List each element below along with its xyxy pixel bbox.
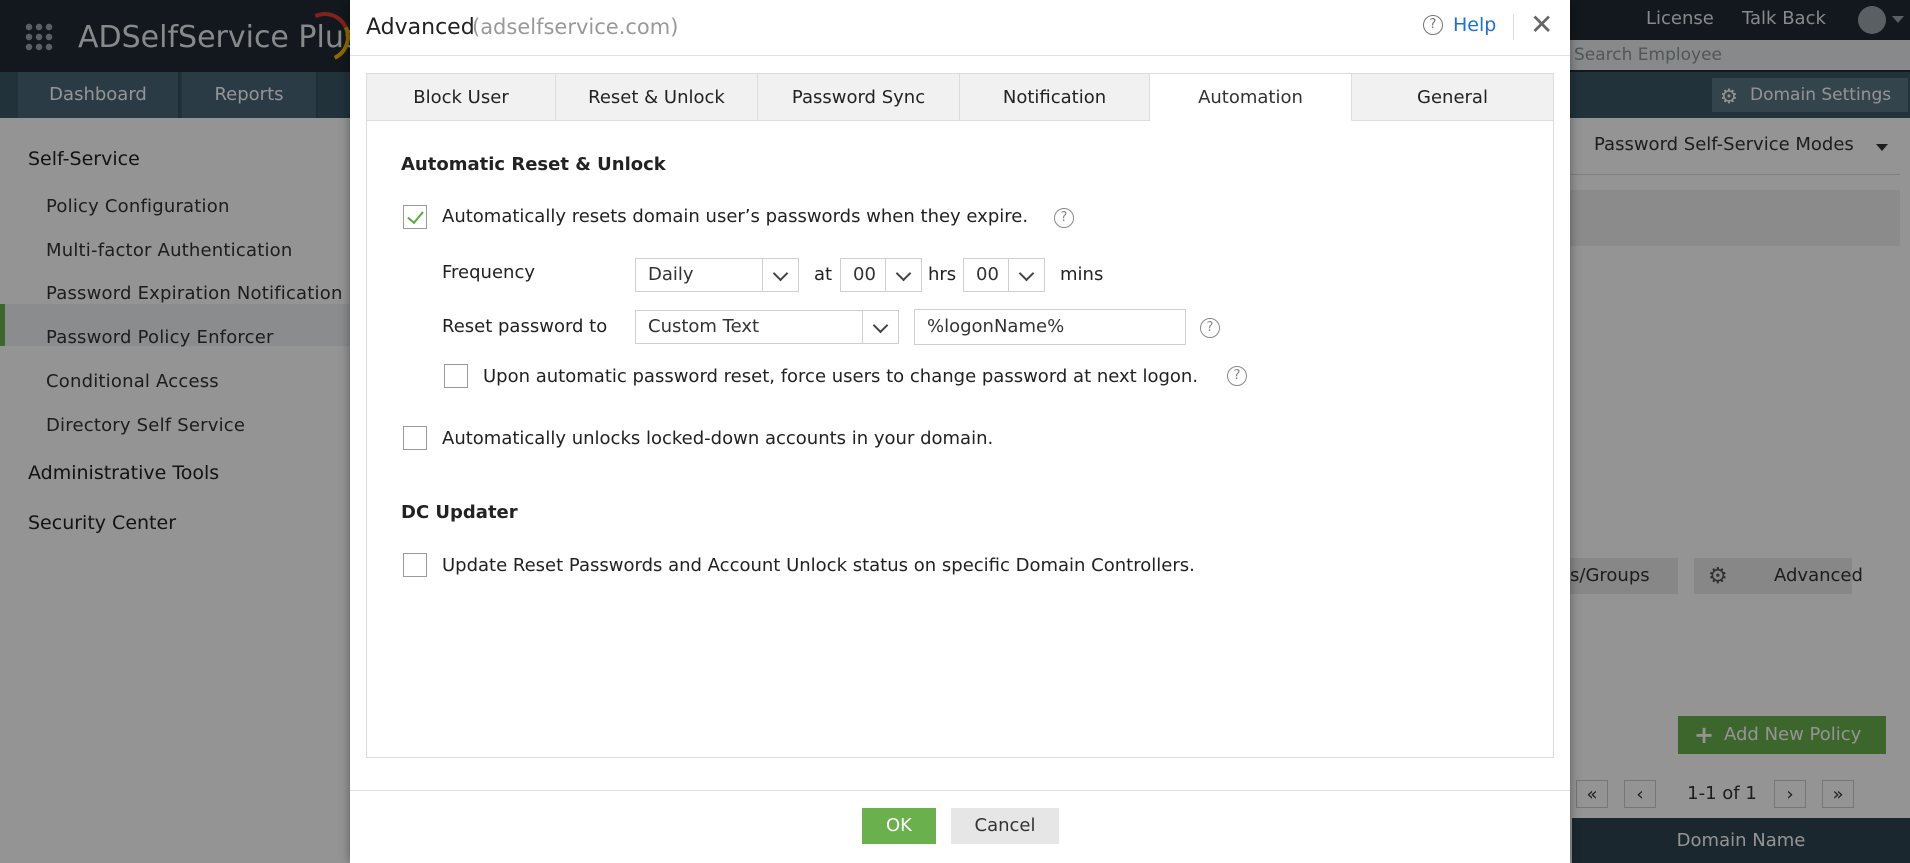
force-change-checkbox[interactable] xyxy=(444,364,468,388)
reset-password-to-select[interactable]: Custom Text xyxy=(635,310,899,344)
dc-update-checkbox[interactable] xyxy=(403,553,427,577)
chevron-down-icon xyxy=(1008,259,1044,291)
auto-reset-label: Automatically resets domain user’s passw… xyxy=(442,206,1029,227)
dc-update-label: Update Reset Passwords and Account Unloc… xyxy=(442,555,1195,576)
tab-notification[interactable]: Notification xyxy=(960,73,1150,121)
section-title-auto-reset-unlock: Automatic Reset & Unlock xyxy=(401,154,666,175)
tab-automation[interactable]: Automation xyxy=(1150,73,1352,121)
tab-password-sync[interactable]: Password Sync xyxy=(758,73,960,121)
chevron-down-icon xyxy=(862,311,898,343)
advanced-dialog: Advanced (adselfservice.com) ? Help ✕ Bl… xyxy=(350,0,1570,863)
at-label: at xyxy=(814,264,833,285)
info-icon[interactable]: ? xyxy=(1227,366,1247,386)
minutes-select[interactable]: 00 xyxy=(963,258,1045,292)
force-change-label: Upon automatic password reset, force use… xyxy=(483,366,1199,387)
ok-button[interactable]: OK xyxy=(862,808,936,844)
hrs-label: hrs xyxy=(928,264,957,285)
minutes-value: 00 xyxy=(976,264,999,285)
close-icon[interactable]: ✕ xyxy=(1530,10,1553,40)
frequency-label: Frequency xyxy=(442,262,535,283)
reset-password-to-value: Custom Text xyxy=(648,316,760,337)
auto-unlock-label: Automatically unlocks locked-down accoun… xyxy=(442,428,994,449)
help-icon[interactable]: ? xyxy=(1423,15,1443,35)
mins-label: mins xyxy=(1060,264,1104,285)
help-link[interactable]: Help xyxy=(1453,14,1496,36)
frequency-select[interactable]: Daily xyxy=(635,258,799,292)
tab-reset-unlock[interactable]: Reset & Unlock xyxy=(556,73,758,121)
tab-block-user[interactable]: Block User xyxy=(366,73,556,121)
info-icon[interactable]: ? xyxy=(1200,318,1220,338)
hours-select[interactable]: 00 xyxy=(840,258,922,292)
auto-unlock-checkbox[interactable] xyxy=(403,426,427,450)
footer-divider xyxy=(350,790,1570,791)
dialog-header: Advanced (adselfservice.com) ? Help ✕ xyxy=(350,0,1570,56)
auto-reset-checkbox[interactable] xyxy=(403,205,427,229)
chevron-down-icon xyxy=(762,259,798,291)
dialog-title: Advanced xyxy=(366,15,475,40)
section-title-dc-updater: DC Updater xyxy=(401,502,518,523)
tab-bar: Block User Reset & Unlock Password Sync … xyxy=(366,73,1554,121)
chevron-down-icon xyxy=(885,259,921,291)
info-icon[interactable]: ? xyxy=(1054,208,1074,228)
tab-general[interactable]: General xyxy=(1352,73,1554,121)
dialog-domain: (adselfservice.com) xyxy=(472,15,679,39)
custom-text-input[interactable]: %logonName% xyxy=(914,309,1186,345)
reset-password-to-label: Reset password to xyxy=(442,316,608,337)
frequency-value: Daily xyxy=(648,264,694,285)
header-divider xyxy=(1513,14,1514,40)
cancel-button[interactable]: Cancel xyxy=(951,808,1059,844)
hours-value: 00 xyxy=(853,264,876,285)
